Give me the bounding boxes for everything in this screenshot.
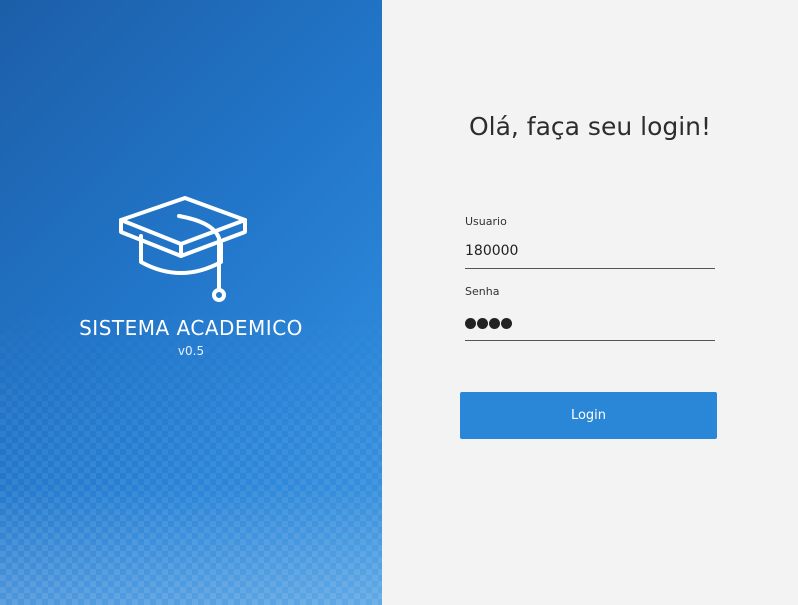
password-field[interactable]: Senha <box>465 285 715 341</box>
login-window: SISTEMA ACADEMICO v0.5 Olá, faça seu log… <box>0 0 798 605</box>
app-version: v0.5 <box>177 344 205 358</box>
background-glow <box>0 485 382 605</box>
username-label: Usuario <box>465 215 507 228</box>
password-dot <box>465 317 476 329</box>
username-field[interactable]: Usuario 180000 <box>465 215 715 269</box>
password-dot <box>501 317 512 329</box>
password-dot <box>489 317 500 329</box>
brand-panel: SISTEMA ACADEMICO v0.5 <box>0 0 382 605</box>
username-input[interactable]: 180000 <box>465 240 715 262</box>
brand-block: SISTEMA ACADEMICO v0.5 <box>0 192 382 358</box>
app-title: SISTEMA ACADEMICO <box>79 316 303 340</box>
username-underline <box>465 268 715 269</box>
graduation-cap-icon <box>119 196 247 302</box>
password-label: Senha <box>465 285 500 298</box>
password-dot <box>477 317 488 329</box>
login-button[interactable]: Login <box>460 392 717 439</box>
password-input[interactable] <box>465 312 715 334</box>
login-greeting: Olá, faça seu login! <box>468 112 712 141</box>
login-panel: Olá, faça seu login! Usuario 180000 Senh… <box>382 0 798 605</box>
password-underline <box>465 340 715 341</box>
